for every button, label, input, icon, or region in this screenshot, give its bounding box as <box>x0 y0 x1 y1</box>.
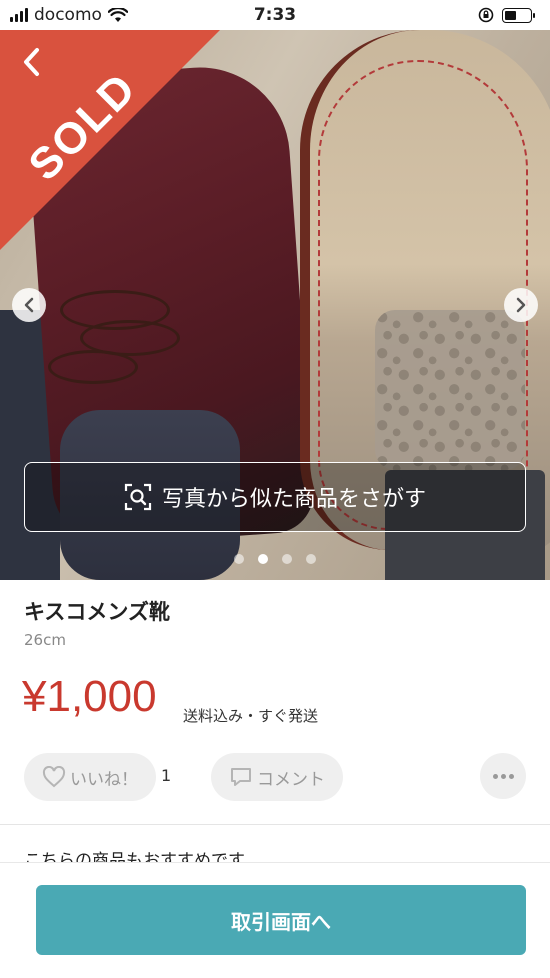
like-button[interactable]: いいね！ <box>24 753 156 801</box>
search-similar-button[interactable]: 写真から似た商品をさがす <box>24 462 526 532</box>
heart-icon <box>42 766 66 788</box>
shipping-note: 送料込み・すぐ発送 <box>183 707 319 725</box>
transaction-screen-button[interactable]: 取引画面へ <box>36 885 526 955</box>
orientation-lock-icon <box>478 7 494 23</box>
search-similar-label: 写真から似た商品をさがす <box>161 487 426 512</box>
photo-dot-active[interactable] <box>258 554 268 564</box>
item-size: 26cm <box>24 631 66 649</box>
chevron-left-icon <box>24 297 34 313</box>
sole-tread-image <box>375 310 525 470</box>
comment-label: コメント <box>257 769 325 790</box>
comment-button[interactable]: コメント <box>211 753 343 801</box>
previous-photo-button[interactable] <box>12 288 46 322</box>
status-bar: docomo 7:33 <box>0 0 550 30</box>
status-left: docomo <box>10 5 128 25</box>
battery-icon <box>502 7 535 23</box>
photo-dot[interactable] <box>306 554 316 564</box>
more-options-button[interactable] <box>480 753 526 799</box>
photo-dot[interactable] <box>234 554 244 564</box>
signal-icon <box>10 8 28 22</box>
carrier-label: docomo <box>34 5 102 25</box>
wifi-icon <box>107 7 128 22</box>
like-label: いいね！ <box>70 769 138 790</box>
chevron-right-icon <box>516 297 526 313</box>
status-right <box>478 7 535 23</box>
item-title: キスコメンズ靴 <box>24 600 170 624</box>
comment-icon <box>231 768 251 786</box>
chevron-left-icon <box>24 48 39 76</box>
more-icon <box>492 773 498 779</box>
bottom-bar: 取引画面へ <box>0 862 550 978</box>
product-photo[interactable]: SOLD 写真から似た商品をさがす <box>0 30 550 580</box>
photo-dot[interactable] <box>282 554 292 564</box>
like-count: 1 <box>161 766 172 785</box>
back-button[interactable] <box>12 42 52 82</box>
image-search-icon <box>124 483 152 511</box>
shoe-lace-image <box>48 350 138 384</box>
next-photo-button[interactable] <box>504 288 538 322</box>
photo-pagination <box>0 554 550 564</box>
section-divider <box>0 824 550 825</box>
item-price: ¥1,000 <box>22 672 157 721</box>
